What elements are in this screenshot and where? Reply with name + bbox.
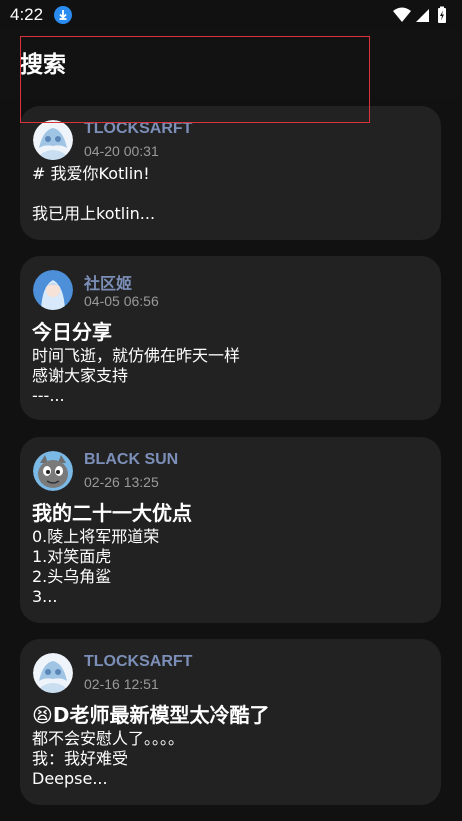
avatar[interactable] (33, 451, 73, 491)
status-time: 4:22 (10, 5, 44, 24)
author-name[interactable]: 社区姬 (84, 270, 132, 294)
post-preview: 0.陵上将军邢道荣 1.对笑面虎 2.头乌角鲨 3... (32, 527, 160, 606)
post-time: 02-16 12:51 (84, 676, 159, 692)
post-preview: 都不会安慰人了。。。。 我：我好难受 Deepse... (32, 729, 185, 788)
post-title: 😫D老师最新模型太冷酷了 (32, 703, 270, 727)
post-time: 02-26 13:25 (84, 474, 159, 490)
author-name[interactable]: BLACK SUN (84, 451, 178, 469)
author-name[interactable]: TLOCKSARFT (84, 653, 192, 671)
post-card[interactable]: TLOCKSARFT 04-20 00:31 # 我爱你Kotlin! 我已用上… (20, 106, 441, 240)
post-time: 04-20 00:31 (84, 143, 159, 159)
post-preview: # 我爱你Kotlin! 我已用上kotlin... (32, 164, 156, 223)
signal-icon (416, 9, 429, 22)
post-card[interactable]: 社区姬 04-05 06:56 今日分享 时间飞逝，就仿佛在昨天一样 感谢大家支… (20, 256, 441, 420)
post-time: 04-05 06:56 (84, 293, 159, 309)
avatar[interactable] (33, 120, 73, 160)
post-preview: 时间飞逝，就仿佛在昨天一样 感谢大家支持 ---... (32, 346, 241, 405)
post-card[interactable]: BLACK SUN 02-26 13:25 我的二十一大优点 0.陵上将军邢道荣… (20, 437, 441, 623)
highlight-box (20, 36, 370, 123)
post-feed[interactable]: TLOCKSARFT 04-20 00:31 # 我爱你Kotlin! 我已用上… (0, 98, 462, 821)
download-icon (54, 6, 72, 24)
avatar[interactable] (33, 270, 73, 310)
status-icons (392, 6, 454, 24)
avatar[interactable] (33, 653, 73, 693)
post-title: 我的二十一大优点 (32, 501, 192, 525)
post-title: 今日分享 (32, 320, 112, 344)
wifi-icon (393, 7, 411, 22)
status-bar: 4:22 (0, 0, 462, 30)
battery-charging-icon (438, 6, 446, 23)
post-card[interactable]: TLOCKSARFT 02-16 12:51 😫D老师最新模型太冷酷了 都不会安… (20, 639, 441, 805)
